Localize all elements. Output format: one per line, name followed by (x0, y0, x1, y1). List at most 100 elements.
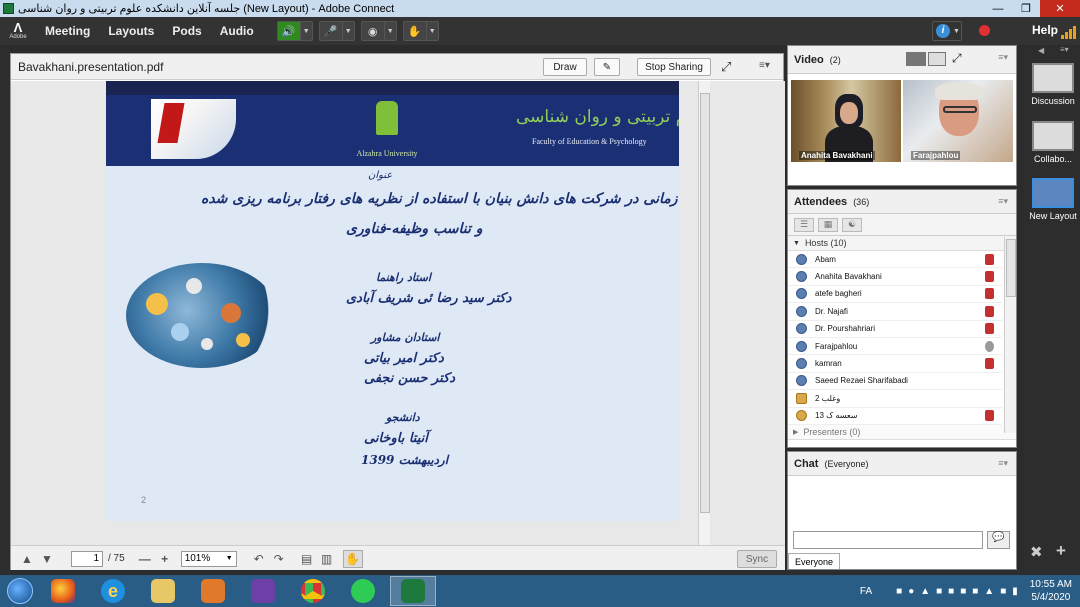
media-player-taskbar-icon[interactable] (190, 576, 236, 606)
raise-hand-toggle[interactable]: ✋ ▼ (402, 21, 439, 41)
list-item[interactable]: atefe bagheri (788, 286, 1002, 304)
presentation-slide[interactable]: Alzahra University دانشکده علوم تربیتی و… (106, 81, 679, 521)
video-feed-2[interactable]: Farajpahlou (903, 80, 1013, 162)
hand-tool-icon[interactable]: ✋ (342, 549, 363, 568)
list-item[interactable]: kamran (788, 355, 1002, 373)
tray-icons[interactable]: ■●▲■■■■▲■▮ (896, 586, 1024, 597)
layout-collaboration[interactable]: Collabo... (1026, 121, 1080, 164)
layout-new[interactable]: New Layout (1026, 178, 1080, 221)
stop-sharing-button[interactable]: Stop Sharing (637, 58, 711, 76)
chat-message-input[interactable] (793, 531, 983, 549)
firefox-taskbar-icon[interactable] (40, 576, 86, 606)
host-user-icon (796, 271, 807, 283)
list-item[interactable]: Dr. Najafi (788, 303, 1002, 321)
start-button[interactable] (0, 575, 40, 607)
attendee-scrollbar[interactable] (1004, 237, 1016, 433)
breakout-view-icon[interactable]: ☯ (842, 217, 862, 232)
pod-menu-icon[interactable]: ≡▾ (998, 196, 1008, 207)
attendee-name: Farajpahlou (815, 341, 858, 351)
info-button[interactable]: i ▼ (932, 21, 962, 41)
previous-page-icon[interactable]: ▲ (17, 550, 37, 568)
attendee-list: Abam Anahita Bavakhani atefe bagheri Dr.… (788, 251, 1002, 425)
rotate-left-icon[interactable]: ↶ (249, 550, 269, 568)
scrollbar-thumb[interactable] (1006, 239, 1016, 297)
slide-scrollbar[interactable] (698, 81, 710, 545)
recording-indicator-icon[interactable] (979, 25, 990, 36)
list-item[interactable]: 2 وغلب (788, 390, 1002, 408)
chevron-down-icon[interactable]: ▼ (383, 22, 396, 40)
hosts-group-header[interactable]: ▼ Hosts (10) (788, 236, 1016, 251)
pod-menu-icon[interactable]: ≡▾ (998, 458, 1008, 469)
share-pod-title: Bavakhani.presentation.pdf (18, 59, 164, 74)
chat-tab-everyone[interactable]: Everyone (788, 553, 840, 569)
sync-button[interactable]: Sync (737, 550, 777, 568)
visual-studio-taskbar-icon[interactable] (240, 576, 286, 606)
adobe-connect-taskbar-icon[interactable] (390, 576, 436, 606)
webcam-toggle[interactable]: ◉ ▼ (360, 21, 397, 41)
add-layout-icon[interactable]: + (1056, 541, 1066, 561)
chrome-taskbar-icon[interactable] (290, 576, 336, 606)
presenters-group-header[interactable]: ▶ Presenters (0) (788, 424, 1016, 440)
zoom-in-icon[interactable]: + (155, 550, 175, 568)
delete-layout-icon[interactable]: ✖ (1030, 543, 1043, 561)
rotate-right-icon[interactable]: ↷ (269, 550, 289, 568)
microphone-icon (985, 253, 994, 265)
attendee-name: Dr. Pourshahriari (815, 324, 876, 334)
zoom-select[interactable]: 101% ▼ (180, 550, 237, 567)
chat-pod-title: Chat (794, 457, 819, 470)
fullscreen-icon[interactable]: ⤢ (952, 51, 962, 66)
clock-time: 10:55 AM (1029, 579, 1072, 590)
internet-explorer-taskbar-icon[interactable]: e (90, 576, 136, 606)
filmstrip-layout-icon[interactable] (928, 52, 946, 66)
menu-audio[interactable]: Audio (220, 24, 254, 38)
scrollbar-thumb[interactable] (700, 93, 710, 513)
chevron-down-icon[interactable]: ▼ (425, 22, 438, 40)
grid-layout-icon[interactable] (906, 52, 926, 66)
menu-bar: Λ Adobe Meeting Layouts Pods Audio 🔊 ▼ 🎤 ▼ … (0, 17, 1080, 45)
speaker-toggle[interactable]: 🔊 ▼ (276, 21, 313, 41)
menu-layouts[interactable]: Layouts (108, 24, 154, 38)
list-view-icon[interactable]: ☰ (794, 217, 814, 232)
chevron-down-icon[interactable]: ▼ (299, 22, 312, 40)
minimize-icon[interactable]: — (984, 0, 1012, 17)
attendees-pod-header: Attendees (36) ≡▾ (788, 190, 1016, 214)
file-explorer-taskbar-icon[interactable] (140, 576, 186, 606)
microphone-icon (985, 410, 994, 422)
annotate-icon[interactable]: ✎ (594, 58, 620, 76)
page-number-input[interactable]: 1 (71, 550, 103, 567)
chat-pod: Chat (Everyone) ≡▾ 💬 Everyone (787, 451, 1017, 570)
close-icon[interactable]: ✕ (1040, 0, 1080, 17)
list-item[interactable]: Saeed Rezaei Sharifabadi (788, 373, 1002, 391)
pod-menu-icon[interactable]: ≡▾ (759, 60, 770, 71)
list-item[interactable]: 13 سعسه ک (788, 408, 1002, 425)
list-item[interactable]: Abam (788, 251, 1002, 269)
collapse-icon[interactable]: ◀ (1038, 46, 1044, 55)
layout-discussion[interactable]: Discussion (1026, 63, 1080, 106)
send-message-icon[interactable]: 💬 (987, 531, 1010, 549)
pod-menu-icon[interactable]: ≡▾ (998, 52, 1008, 63)
maximize-icon[interactable]: ❐ (1012, 0, 1040, 17)
microphone-toggle[interactable]: 🎤 ▼ (318, 21, 355, 41)
status-view-icon[interactable]: ▦ (818, 217, 838, 232)
two-page-icon[interactable]: ▥ (317, 550, 337, 568)
zoom-out-icon[interactable]: — (135, 550, 155, 568)
help-menu[interactable]: Help (1032, 23, 1058, 37)
video-feed-1[interactable]: Anahita Bavakhani (791, 80, 901, 162)
clock[interactable]: 10:55 AM 5/4/2020 (1030, 578, 1072, 604)
menu-meeting[interactable]: Meeting (45, 24, 90, 38)
single-page-icon[interactable]: ▤ (297, 550, 317, 568)
fullscreen-icon[interactable]: ⤢ (721, 59, 731, 75)
presenters-group-label: Presenters (0) (803, 426, 861, 437)
left-gutter (0, 45, 10, 570)
host-user-icon (796, 253, 807, 265)
input-language[interactable]: FA (860, 586, 872, 597)
chevron-down-icon[interactable]: ▼ (341, 22, 354, 40)
menu-pods[interactable]: Pods (172, 24, 201, 38)
draw-button[interactable]: Draw (543, 58, 587, 76)
whatsapp-taskbar-icon[interactable] (340, 576, 386, 606)
pod-menu-icon[interactable]: ≡▾ (1060, 45, 1069, 54)
list-item[interactable]: Anahita Bavakhani (788, 268, 1002, 286)
list-item[interactable]: Dr. Pourshahriari (788, 321, 1002, 338)
list-item[interactable]: Farajpahlou (788, 338, 1002, 356)
next-page-icon[interactable]: ▼ (37, 550, 57, 568)
